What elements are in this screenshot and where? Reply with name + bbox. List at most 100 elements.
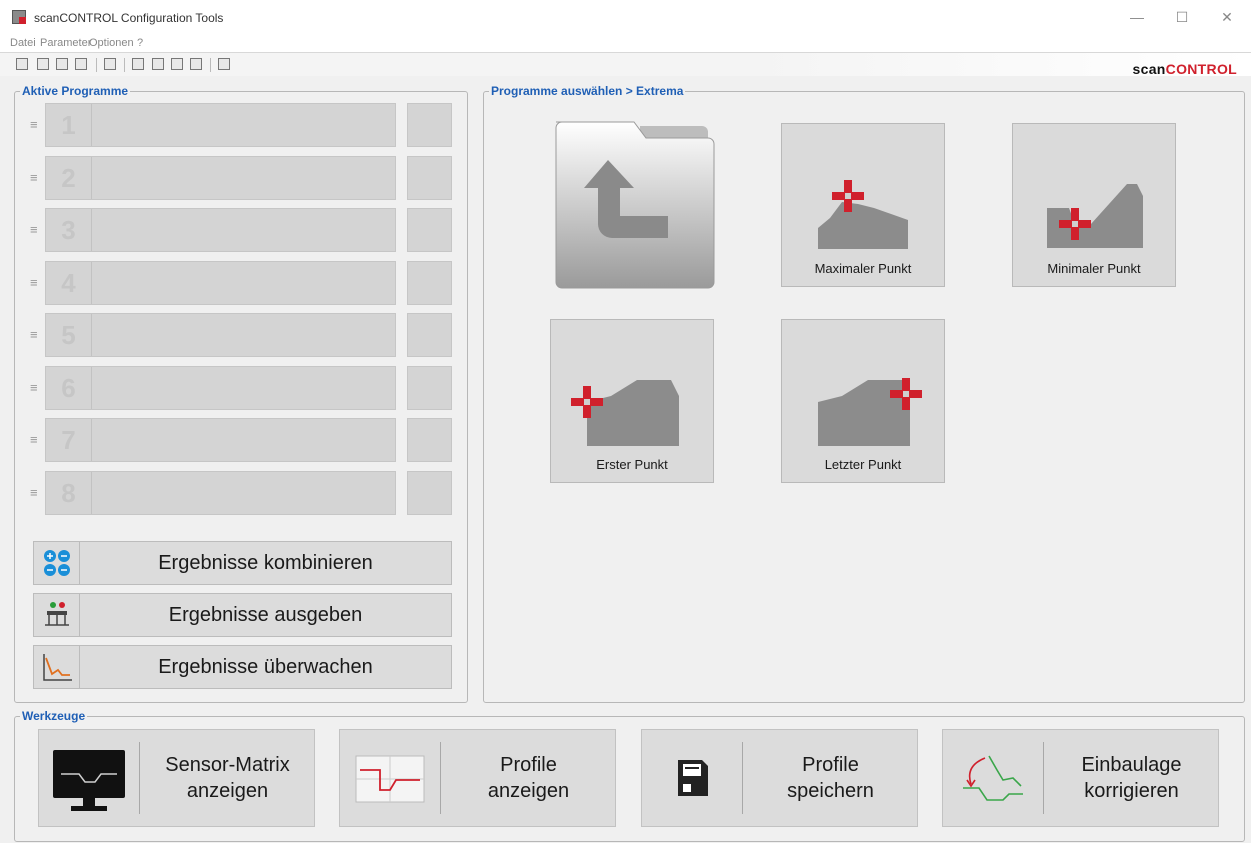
- program-slot[interactable]: 4: [45, 260, 396, 305]
- combine-results-label: Ergebnisse kombinieren: [158, 552, 373, 574]
- tile-label: Maximaler Punkt: [814, 261, 912, 276]
- output-icon: [34, 594, 80, 636]
- program-slot-number: 6: [46, 366, 92, 409]
- program-slot-row: ≡ 5: [30, 313, 453, 357]
- show-profiles-button[interactable]: Profile anzeigen: [339, 729, 616, 827]
- combine-icon: [34, 542, 80, 584]
- menu-datei[interactable]: Datei: [10, 37, 36, 49]
- toolbar-separator: [210, 58, 211, 72]
- program-slot-row: ≡ 1: [30, 103, 453, 147]
- tile-erster-punkt[interactable]: Erster Punkt: [550, 319, 714, 483]
- program-slot-settings-button[interactable]: [407, 470, 452, 515]
- program-slot-number: 2: [46, 156, 92, 199]
- output-results-button[interactable]: Ergebnisse ausgeben: [33, 593, 452, 637]
- transfer-icon[interactable]: [218, 58, 230, 70]
- combine-results-button[interactable]: Ergebnisse kombinieren: [33, 541, 452, 585]
- profile-chart-icon: [340, 730, 440, 826]
- rotate-profile-icon: [943, 730, 1043, 826]
- tile-maximaler-punkt[interactable]: Maximaler Punkt: [781, 123, 945, 287]
- tile-label: Erster Punkt: [596, 457, 668, 472]
- program-slot-settings-button[interactable]: [407, 155, 452, 200]
- back-folder-button[interactable]: [548, 120, 716, 290]
- output-results-label: Ergebnisse ausgeben: [168, 604, 363, 626]
- program-slot[interactable]: 3: [45, 208, 396, 252]
- program-slot[interactable]: 6: [45, 365, 396, 410]
- drag-handle-icon[interactable]: ≡: [30, 380, 40, 395]
- tools-title: Werkzeuge: [20, 709, 88, 723]
- menu-optionen[interactable]: Optionen: [89, 37, 134, 49]
- program-slot[interactable]: 5: [45, 313, 396, 357]
- correct-mounting-button[interactable]: Einbaulage korrigieren: [942, 729, 1219, 827]
- program-slot-row: ≡ 6: [30, 365, 453, 410]
- app-window: scanCONTROL Configuration Tools — ☐ ✕ Da…: [0, 0, 1251, 843]
- drag-handle-icon[interactable]: ≡: [30, 275, 40, 290]
- tile-minimaler-punkt[interactable]: Minimaler Punkt: [1012, 123, 1176, 287]
- program-slot[interactable]: 8: [45, 470, 396, 515]
- tile-letzter-punkt[interactable]: Letzter Punkt: [781, 319, 945, 483]
- program-select-title: Programme auswählen > Extrema: [489, 84, 686, 98]
- drag-handle-icon[interactable]: ≡: [30, 485, 40, 500]
- save-profiles-button[interactable]: Profile speichern: [641, 729, 918, 827]
- menu-help[interactable]: ?: [137, 37, 143, 49]
- sensor-matrix-label: Sensor-Matrix anzeigen: [165, 754, 290, 802]
- toolbar-separator: [124, 58, 125, 72]
- drag-handle-icon[interactable]: ≡: [30, 170, 40, 185]
- scancontrol-logo: scanCONTROL: [1132, 61, 1237, 77]
- program-slot-row: ≡ 8: [30, 470, 453, 515]
- export-icon[interactable]: [171, 58, 183, 70]
- close-button[interactable]: ✕: [1212, 6, 1242, 28]
- save-profiles-label: Profile speichern: [787, 754, 874, 802]
- active-programs-title: Aktive Programme: [20, 84, 131, 98]
- floppy-disk-icon: [642, 730, 742, 826]
- tool-separator: [1043, 742, 1044, 814]
- save-sensor-icon[interactable]: [152, 58, 164, 70]
- tool-separator: [742, 742, 743, 814]
- program-slot-row: ≡ 3: [30, 208, 453, 252]
- tool-separator: [139, 742, 140, 814]
- program-slot-row: ≡ 4: [30, 260, 453, 305]
- program-slot[interactable]: 2: [45, 155, 396, 200]
- program-slot-number: 5: [46, 314, 92, 356]
- toolbar-separator: [96, 58, 97, 72]
- monitor-results-label: Ergebnisse überwachen: [158, 656, 373, 678]
- program-slot[interactable]: 1: [45, 103, 396, 147]
- connect-sensor-icon[interactable]: [16, 58, 28, 70]
- program-slot-number: 1: [46, 104, 92, 146]
- sensor-matrix-button[interactable]: Sensor-Matrix anzeigen: [38, 729, 315, 827]
- program-slot-settings-button[interactable]: [407, 365, 452, 410]
- drag-handle-icon[interactable]: ≡: [30, 328, 40, 342]
- menu-parameter[interactable]: Parameter: [40, 37, 91, 49]
- save-as-icon[interactable]: [75, 58, 87, 70]
- save-icon[interactable]: [56, 58, 68, 70]
- minimize-button[interactable]: —: [1122, 6, 1152, 28]
- program-slot-settings-button[interactable]: [407, 260, 452, 305]
- program-slot-number: 3: [46, 209, 92, 251]
- program-slot-settings-button[interactable]: [407, 313, 452, 357]
- open-icon[interactable]: [37, 58, 49, 70]
- program-slot-number: 7: [46, 419, 92, 461]
- program-slot-number: 8: [46, 471, 92, 514]
- drag-handle-icon[interactable]: ≡: [30, 433, 40, 447]
- program-slot-settings-button[interactable]: [407, 418, 452, 462]
- maximize-button[interactable]: ☐: [1167, 6, 1197, 28]
- monitor-results-button[interactable]: Ergebnisse überwachen: [33, 645, 452, 689]
- program-slot-number: 4: [46, 261, 92, 304]
- show-profiles-label: Profile anzeigen: [487, 754, 570, 802]
- tool-separator: [440, 742, 441, 814]
- program-slot-row: ≡ 2: [30, 155, 453, 200]
- drag-handle-icon[interactable]: ≡: [30, 223, 40, 237]
- program-slot[interactable]: 7: [45, 418, 396, 462]
- program-slot-settings-button[interactable]: [407, 103, 452, 147]
- program-slot-row: ≡ 7: [30, 418, 453, 462]
- monitor-chart-icon: [34, 646, 80, 688]
- program-slot-settings-button[interactable]: [407, 208, 452, 252]
- title-bar: scanCONTROL Configuration Tools — ☐ ✕: [0, 0, 1251, 34]
- load-sensor-icon[interactable]: [132, 58, 144, 70]
- import-icon[interactable]: [190, 58, 202, 70]
- folder-back-icon: [555, 121, 715, 289]
- window-title: scanCONTROL Configuration Tools: [34, 11, 224, 25]
- table-icon[interactable]: [104, 58, 116, 70]
- menu-bar: Datei Parameter Optionen ?: [0, 34, 1251, 52]
- drag-handle-icon[interactable]: ≡: [30, 118, 40, 132]
- monitor-icon: [39, 730, 139, 826]
